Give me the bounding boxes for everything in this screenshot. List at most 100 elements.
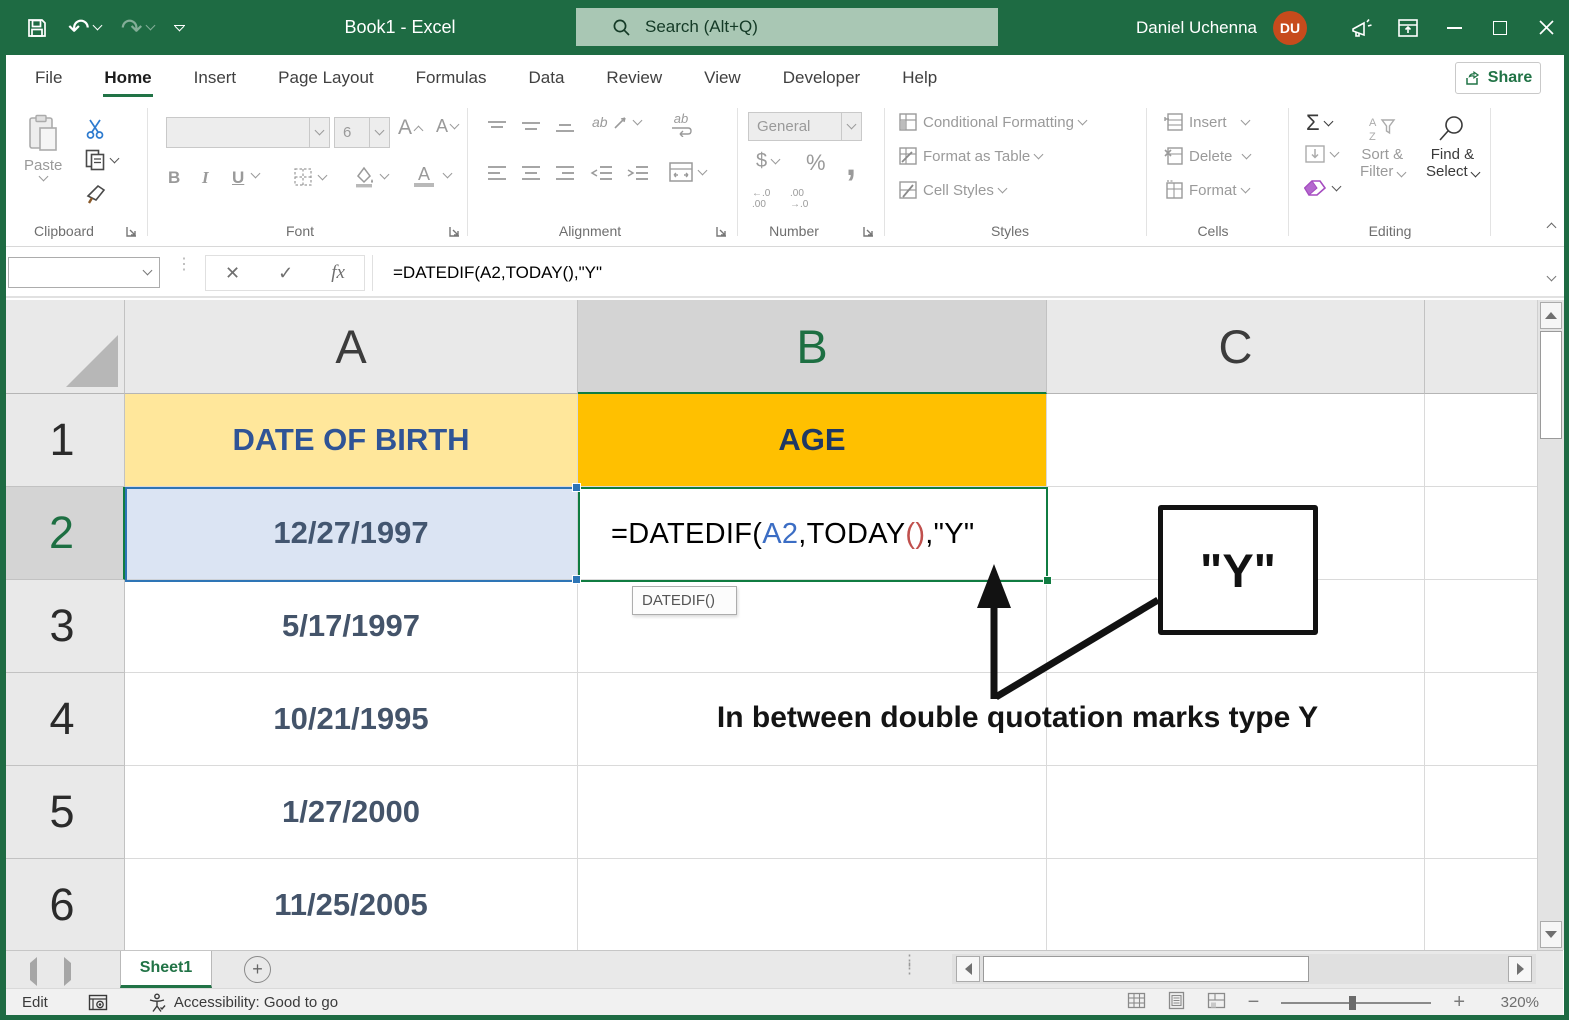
tab-help[interactable]: Help xyxy=(881,55,958,100)
share-button[interactable]: Share xyxy=(1455,62,1541,94)
copy-button[interactable] xyxy=(84,148,118,172)
increase-decimal-button[interactable]: ←.0.00 xyxy=(752,188,770,210)
find-select-button[interactable]: Find &Select xyxy=(1426,114,1479,180)
zoom-in-button[interactable]: + xyxy=(1453,991,1465,1014)
underline-dropdown[interactable] xyxy=(252,174,259,177)
cell-B5[interactable] xyxy=(578,766,1047,859)
zoom-out-button[interactable]: − xyxy=(1248,991,1260,1014)
decrease-indent-button[interactable] xyxy=(590,164,614,182)
next-sheet-button[interactable] xyxy=(64,963,71,981)
name-box[interactable] xyxy=(8,257,160,288)
cell-A2[interactable]: 12/27/1997 xyxy=(125,487,578,580)
number-format-combobox[interactable]: General xyxy=(748,112,862,141)
tab-home[interactable]: Home xyxy=(83,55,172,100)
align-left-button[interactable] xyxy=(486,164,508,182)
decrease-decimal-button[interactable]: .00→.0 xyxy=(790,188,808,210)
tab-view[interactable]: View xyxy=(683,55,762,100)
vertical-scrollbar[interactable] xyxy=(1537,300,1564,950)
horizontal-scrollbar[interactable] xyxy=(952,954,1536,984)
font-color-dropdown[interactable] xyxy=(444,174,451,177)
formula-bar-splitter[interactable]: ⋮ xyxy=(176,261,192,269)
tab-insert[interactable]: Insert xyxy=(173,55,258,100)
tab-page-layout[interactable]: Page Layout xyxy=(257,55,394,100)
select-all-corner[interactable] xyxy=(0,300,125,394)
selection-handle[interactable] xyxy=(572,575,581,584)
macro-record-button[interactable] xyxy=(88,994,108,1011)
cell-A3[interactable]: 5/17/1997 xyxy=(125,580,578,673)
insert-cells-button[interactable]: Insert xyxy=(1164,112,1249,132)
cell-B1[interactable]: AGE xyxy=(578,394,1047,487)
insert-function-button[interactable]: fx xyxy=(331,262,345,284)
save-button[interactable] xyxy=(26,17,48,39)
borders-button[interactable] xyxy=(292,166,326,188)
cell-A5[interactable]: 1/27/2000 xyxy=(125,766,578,859)
cell-A6[interactable]: 11/25/2005 xyxy=(125,859,578,950)
italic-button[interactable]: I xyxy=(202,168,209,188)
scroll-down-button[interactable] xyxy=(1540,921,1562,948)
delete-cells-button[interactable]: Delete xyxy=(1164,146,1250,166)
clipboard-dialog-launcher[interactable] xyxy=(125,225,139,239)
sort-filter-button[interactable]: AZ Sort &Filter xyxy=(1360,114,1405,180)
search-box[interactable]: Search (Alt+Q) xyxy=(576,8,998,46)
previous-sheet-button[interactable] xyxy=(30,963,37,981)
underline-button[interactable]: U xyxy=(232,168,244,188)
row-header-3[interactable]: 3 xyxy=(0,580,125,673)
accessibility-status[interactable]: Accessibility: Good to go xyxy=(148,993,338,1013)
column-header-A[interactable]: A xyxy=(125,300,578,394)
tab-review[interactable]: Review xyxy=(585,55,683,100)
ribbon-display-options-button[interactable] xyxy=(1385,0,1431,55)
autosum-button[interactable]: Σ xyxy=(1306,110,1332,136)
zoom-level[interactable]: 320% xyxy=(1487,994,1539,1011)
customize-qat-button[interactable] xyxy=(174,25,185,30)
formula-input[interactable]: =DATEDIF(A2,TODAY(),"Y" xyxy=(372,255,1529,291)
undo-button[interactable]: ↶ xyxy=(68,15,101,41)
collapse-ribbon-button[interactable] xyxy=(1548,218,1555,236)
alignment-dialog-launcher[interactable] xyxy=(715,225,729,239)
align-center-button[interactable] xyxy=(520,164,542,182)
increase-font-size-button[interactable]: A xyxy=(398,116,422,140)
row-header-6[interactable]: 6 xyxy=(0,859,125,950)
normal-view-button[interactable] xyxy=(1127,992,1146,1013)
cell-B6[interactable] xyxy=(578,859,1047,950)
cell-D6[interactable] xyxy=(1425,859,1537,950)
cell-C6[interactable] xyxy=(1047,859,1425,950)
scroll-right-button[interactable] xyxy=(1508,956,1532,982)
orientation-button[interactable]: ab xyxy=(592,114,641,130)
row-header-2[interactable]: 2 xyxy=(0,487,125,580)
merge-center-button[interactable] xyxy=(668,160,706,184)
tab-data[interactable]: Data xyxy=(508,55,586,100)
bottom-align-button[interactable] xyxy=(554,118,576,136)
wrap-text-button[interactable]: ab xyxy=(670,112,692,137)
font-color-button[interactable]: A xyxy=(414,164,434,187)
user-name[interactable]: Daniel Uchenna xyxy=(1136,18,1257,38)
redo-button[interactable]: ↷ xyxy=(121,15,154,41)
cell-D5[interactable] xyxy=(1425,766,1537,859)
tab-developer[interactable]: Developer xyxy=(762,55,882,100)
cell-C1[interactable] xyxy=(1047,394,1425,487)
vertical-scrollbar-thumb[interactable] xyxy=(1540,331,1562,439)
zoom-slider-thumb[interactable] xyxy=(1349,996,1356,1010)
fill-handle[interactable] xyxy=(1043,576,1052,585)
page-break-preview-button[interactable] xyxy=(1207,992,1226,1013)
comma-style-button[interactable]: , xyxy=(846,142,856,184)
cell-D3[interactable] xyxy=(1425,580,1537,673)
column-header-partial[interactable] xyxy=(1425,300,1537,394)
close-button[interactable] xyxy=(1523,0,1569,55)
align-right-button[interactable] xyxy=(554,164,576,182)
scroll-up-button[interactable] xyxy=(1540,302,1562,329)
page-layout-view-button[interactable] xyxy=(1168,991,1185,1014)
row-header-4[interactable]: 4 xyxy=(0,673,125,766)
scroll-left-button[interactable] xyxy=(956,956,980,982)
clear-button[interactable] xyxy=(1304,178,1340,198)
column-header-C[interactable]: C xyxy=(1047,300,1425,394)
format-as-table-button[interactable]: Format as Table xyxy=(898,146,1042,166)
paste-button[interactable]: Paste xyxy=(24,114,62,180)
cancel-entry-button[interactable]: ✕ xyxy=(225,263,240,284)
accounting-format-button[interactable]: $ xyxy=(756,150,779,173)
tab-file[interactable]: File xyxy=(14,55,83,100)
cell-D4[interactable] xyxy=(1425,673,1537,766)
format-cells-button[interactable]: Format xyxy=(1164,180,1249,200)
tab-formulas[interactable]: Formulas xyxy=(395,55,508,100)
top-align-button[interactable] xyxy=(486,120,508,136)
format-painter-button[interactable] xyxy=(84,182,108,206)
